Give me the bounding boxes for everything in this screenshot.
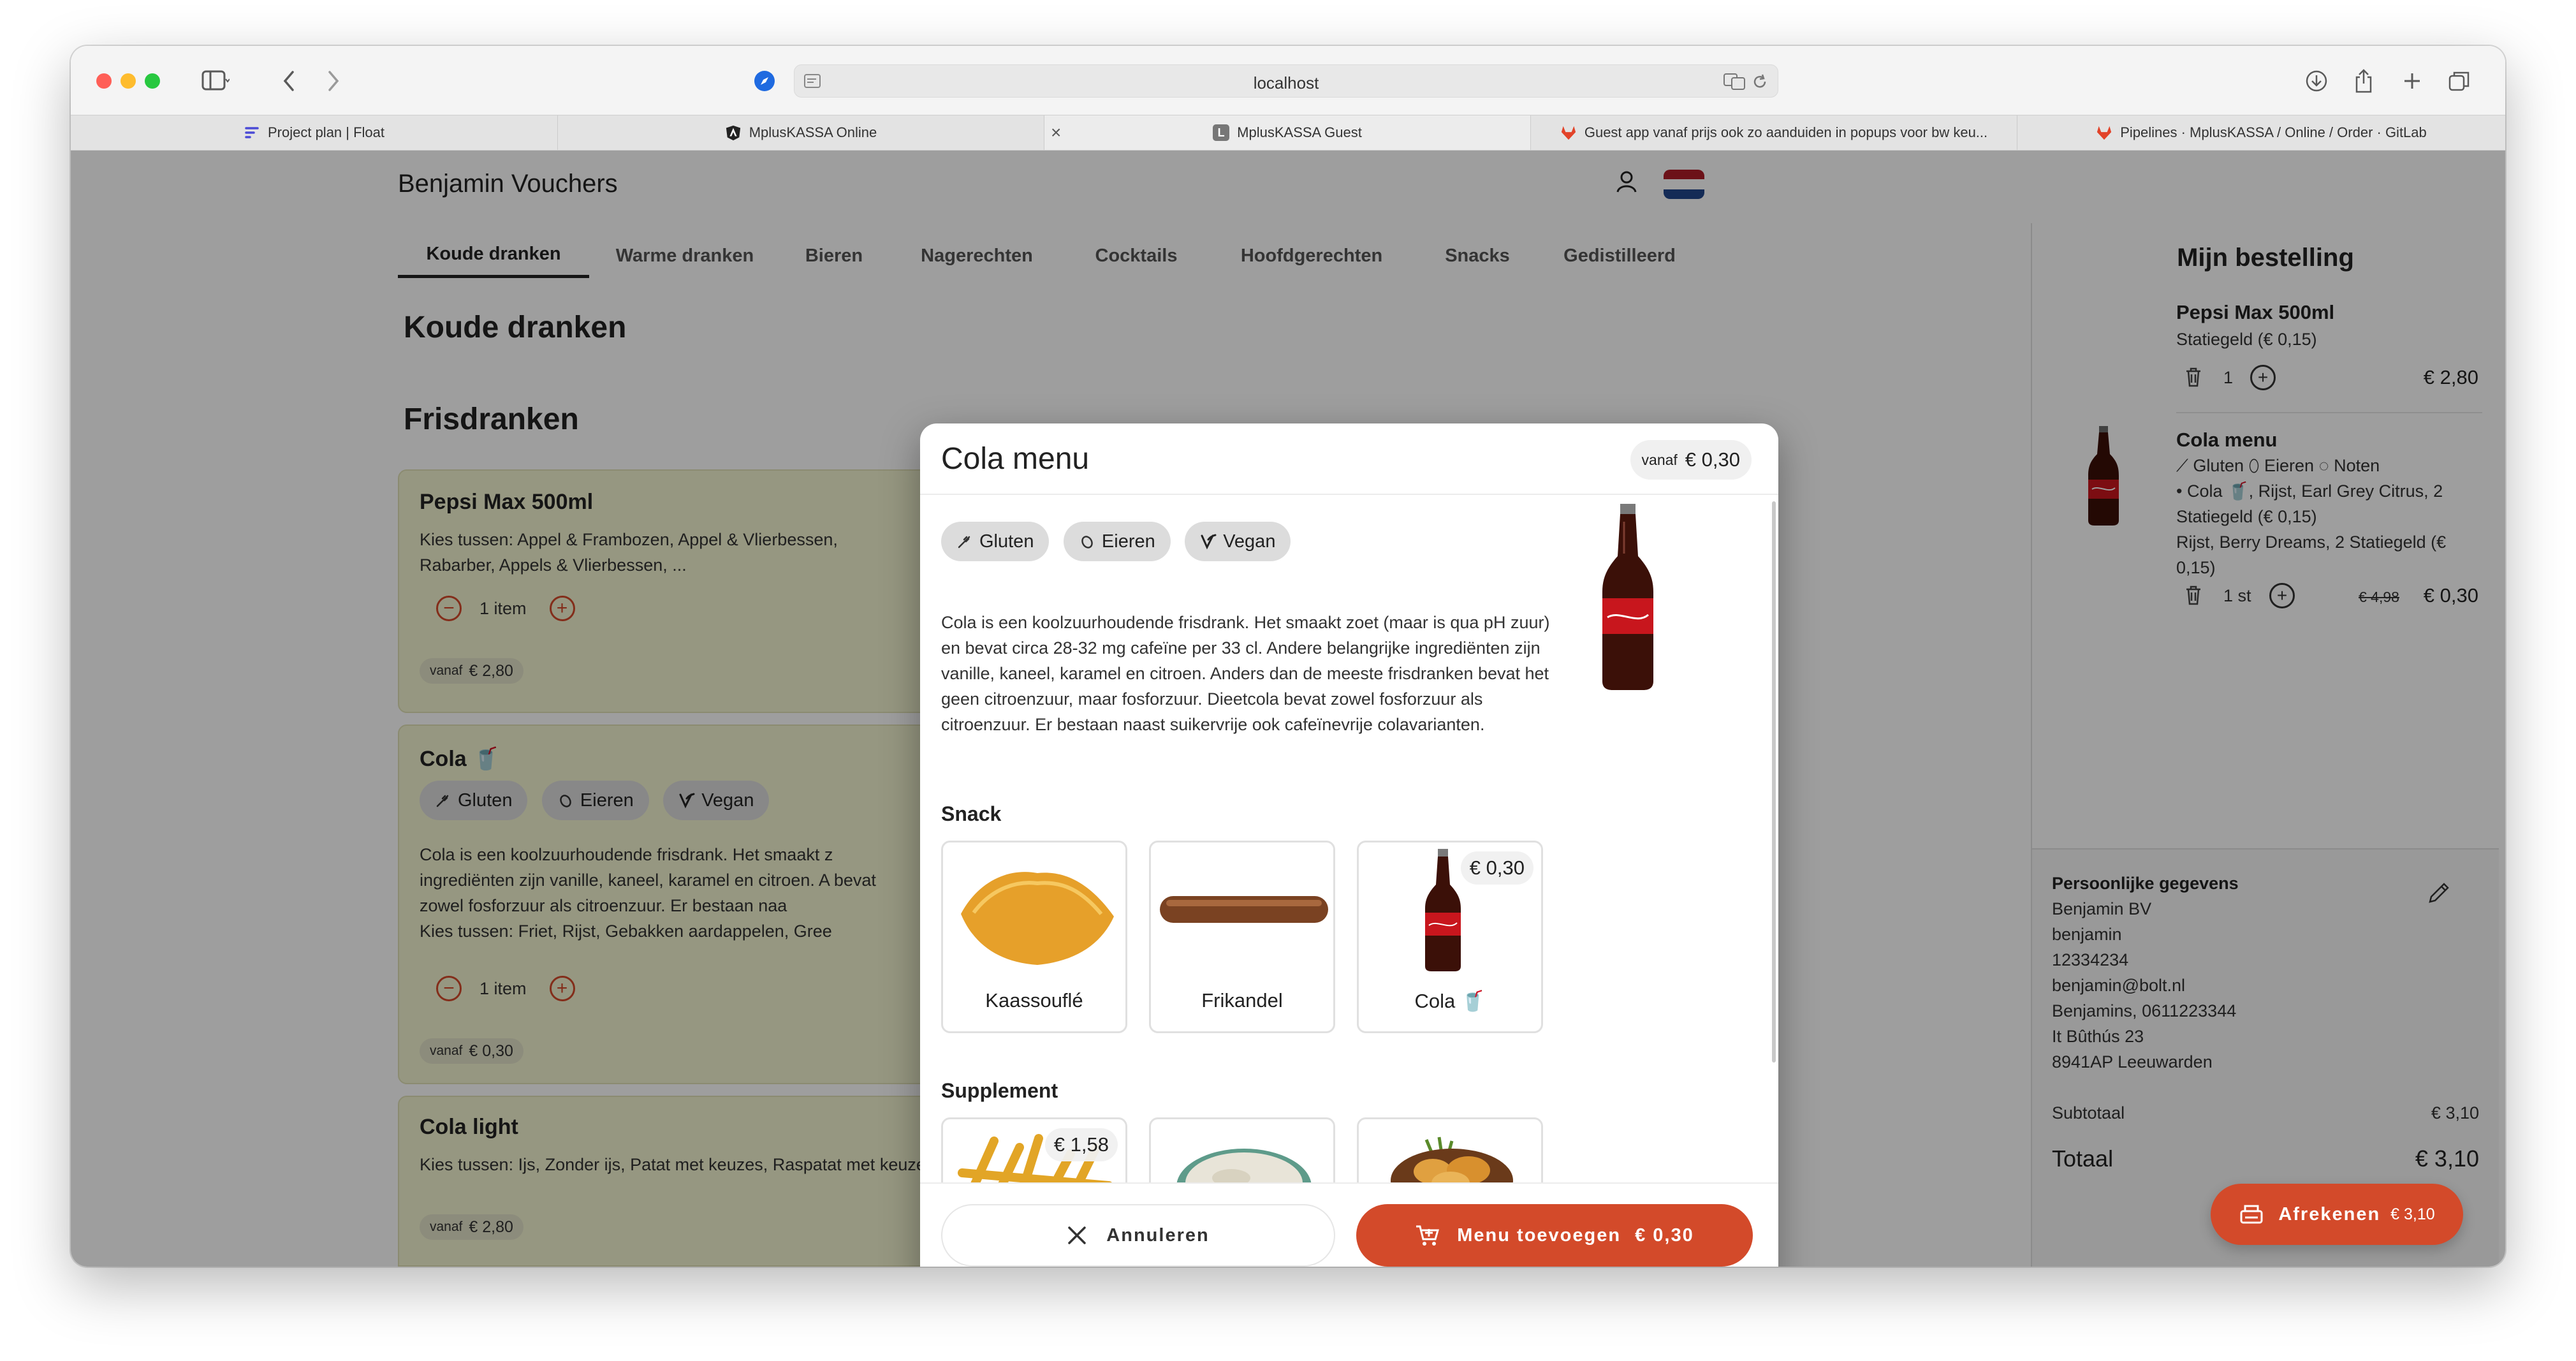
allergen-chips: Gluten Eieren Vegan — [941, 522, 1302, 561]
url-text: localhost — [1253, 73, 1319, 92]
close-window-button[interactable] — [96, 73, 112, 89]
option-friet[interactable]: € 1,58 — [941, 1117, 1127, 1182]
option-name: Cola 🥤 — [1414, 990, 1486, 1012]
compass-button[interactable] — [750, 65, 779, 97]
minimize-window-button[interactable] — [121, 73, 136, 89]
option-price: € 0,30 — [1460, 851, 1533, 885]
tab-pipelines[interactable]: Pipelines · MplusKASSA / Online / Order … — [2017, 115, 2505, 150]
cancel-button[interactable]: Annuleren — [941, 1204, 1335, 1267]
option-name: Kaassouflé — [985, 989, 1083, 1012]
option-name: Frikandel — [1201, 989, 1283, 1012]
modal-body[interactable]: Gluten Eieren Vegan Cola is een koolzuur… — [920, 495, 1778, 1182]
allergen-chip: Gluten — [941, 522, 1050, 561]
option-gebakken-aardappelen[interactable] — [1357, 1117, 1543, 1182]
forward-button[interactable] — [321, 65, 346, 97]
option-kaassoufle[interactable]: Kaassouflé — [941, 841, 1127, 1033]
reload-icon[interactable] — [1751, 73, 1769, 91]
potatoes-image — [1391, 1137, 1513, 1182]
tab-bar: Project plan | Float MplusKASSA Online ×… — [71, 115, 2505, 151]
product-modal: Cola menu vanaf € 0,30 Gluten Eieren Veg… — [920, 423, 1778, 1267]
chevron-left-icon — [283, 71, 294, 91]
share-icon — [2355, 69, 2372, 93]
downloads-button[interactable] — [2302, 65, 2331, 97]
section-title-supplement: Supplement — [941, 1079, 1058, 1102]
sidebar-icon — [201, 70, 230, 91]
browser-window: localhost Project plan | Float MplusKASS… — [71, 46, 2505, 1267]
angular-icon — [725, 124, 742, 141]
option-cola[interactable]: € 0,30 Cola 🥤 — [1357, 841, 1543, 1033]
frikandel-image — [1160, 896, 1328, 923]
share-button[interactable] — [2350, 65, 2378, 97]
plus-icon — [2404, 73, 2420, 89]
tab-mpluskassa-online[interactable]: MplusKASSA Online — [557, 115, 1044, 150]
checkout-button[interactable]: Afrekenen € 3,10 — [2211, 1184, 2463, 1245]
cart-add-icon — [1416, 1225, 1440, 1246]
gitlab-icon — [1560, 124, 1577, 141]
modal-price-badge: vanaf € 0,30 — [1630, 440, 1752, 480]
tab-project-plan[interactable]: Project plan | Float — [71, 115, 557, 150]
tabs-icon — [2448, 71, 2470, 91]
close-tab-icon[interactable]: × — [1051, 124, 1061, 142]
kaassoufle-image — [961, 872, 1114, 965]
vegan-icon — [1201, 534, 1217, 550]
chevron-right-icon — [328, 71, 339, 91]
allergen-chip: Eieren — [1063, 522, 1171, 561]
back-button[interactable] — [276, 65, 302, 97]
tab-mpluskassa-guest[interactable]: × L MplusKASSA Guest — [1044, 115, 1530, 150]
wheat-icon — [958, 536, 970, 548]
register-icon — [2240, 1205, 2263, 1224]
cola-bottle-image — [1425, 849, 1461, 971]
zoom-window-button[interactable] — [145, 73, 160, 89]
modal-scrollbar[interactable] — [1772, 501, 1776, 1063]
l-favicon-icon: L — [1213, 124, 1230, 141]
tab-overview-button[interactable] — [2445, 65, 2473, 97]
modal-title: Cola menu — [941, 442, 1090, 476]
option-price: € 1,58 — [1044, 1128, 1118, 1161]
rice-image — [1176, 1149, 1312, 1182]
app-page: Benjamin Vouchers Koude dranken Warme dr… — [71, 151, 2505, 1267]
modal-header: Cola menu vanaf € 0,30 — [920, 423, 1778, 495]
float-icon — [244, 124, 260, 141]
gitlab-icon — [2096, 124, 2112, 141]
option-frikandel[interactable]: Frikandel — [1149, 841, 1335, 1033]
download-icon — [2306, 70, 2327, 92]
cola-bottle-image — [1602, 504, 1653, 690]
tab-guest-app-issue[interactable]: Guest app vanaf prijs ook zo aanduiden i… — [1530, 115, 2017, 150]
sidebar-toggle-button[interactable] — [193, 65, 238, 97]
allergen-chip: Vegan — [1185, 522, 1291, 561]
modal-description: Cola is een koolzuurhoudende frisdrank. … — [941, 613, 1550, 734]
translate-icon[interactable] — [1723, 73, 1747, 91]
egg-icon — [1081, 536, 1093, 548]
section-title-snack: Snack — [941, 802, 1002, 825]
option-rijst[interactable] — [1149, 1117, 1335, 1182]
modal-footer: Annuleren Menu toevoegen € 0,30 — [920, 1182, 1778, 1267]
close-icon — [1068, 1226, 1087, 1244]
add-menu-button[interactable]: Menu toevoegen € 0,30 — [1356, 1204, 1753, 1267]
address-bar[interactable]: localhost — [794, 64, 1778, 98]
new-tab-button[interactable] — [2398, 65, 2426, 97]
browser-toolbar: localhost — [71, 46, 2505, 115]
compass-icon — [754, 71, 775, 91]
